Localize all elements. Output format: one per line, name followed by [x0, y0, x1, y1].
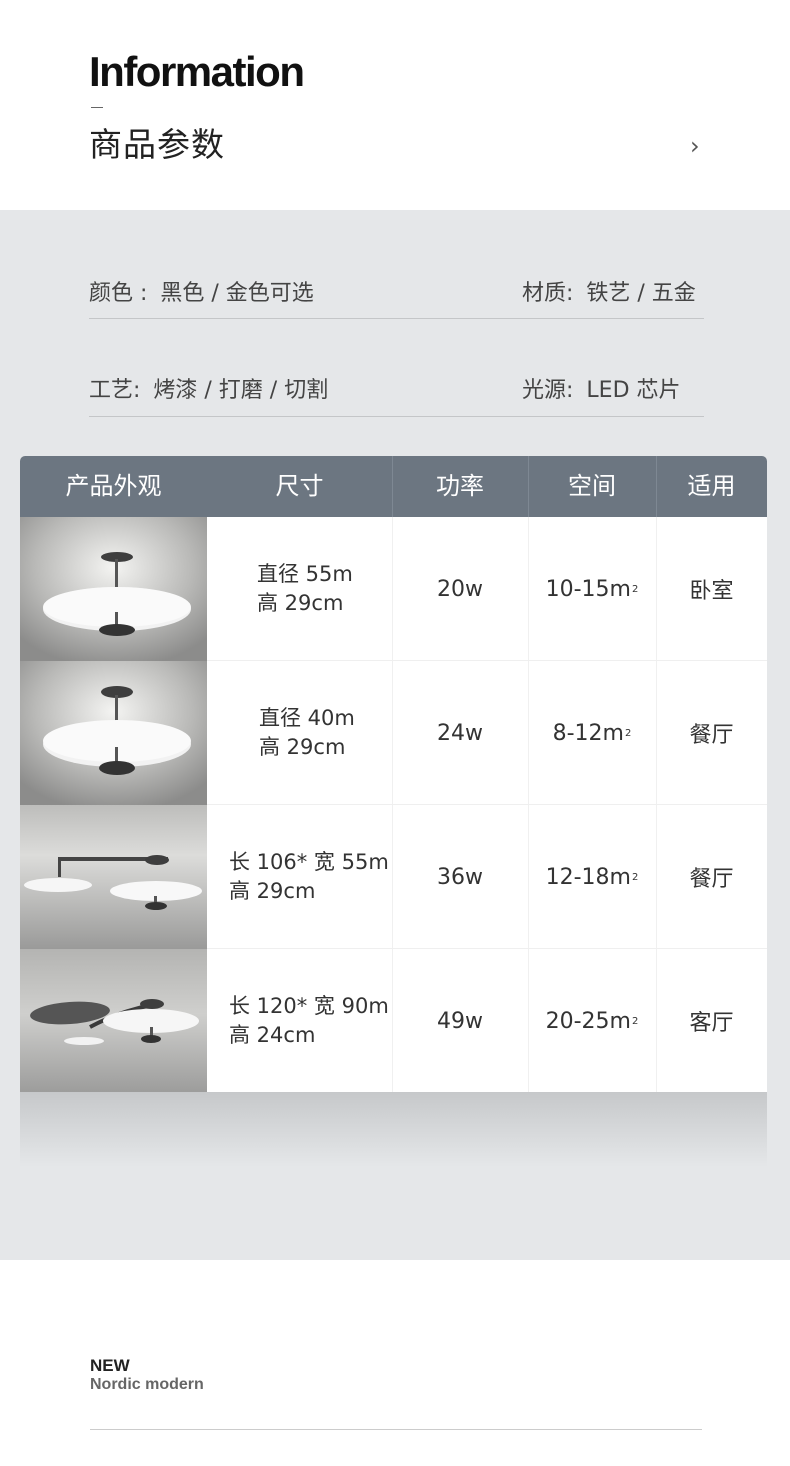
spec-label: 颜色 :: [89, 281, 155, 306]
space-unit-sup: 2: [631, 583, 639, 595]
header-room: 适用: [687, 472, 736, 500]
title-divider: [91, 107, 103, 108]
table-row: 长 106* 宽 55m 高 29cm 36w 12-18m 2 餐厅: [20, 805, 767, 949]
space-value: 20-25m: [545, 1008, 631, 1034]
header-size: 尺寸: [275, 472, 324, 500]
size-line: 直径 55m: [257, 562, 353, 586]
space-value: 8-12m: [552, 720, 624, 746]
footer-divider: [90, 1429, 702, 1430]
spec-label: 光源:: [522, 378, 581, 403]
space-cell: 12-18m 2: [528, 805, 656, 949]
space-unit-sup: 2: [625, 727, 632, 739]
spec-value: 黑色 / 金色可选: [160, 281, 314, 306]
table-row: 长 120* 宽 90m 高 24cm 49w 20-25m 2 客厅: [20, 949, 767, 1092]
product-table: 产品外观 尺寸 功率 空间 适用 直径 55m 高 29cm 20w 10-15…: [20, 456, 767, 1092]
title-english: Information: [89, 48, 305, 95]
room-cell: 卧室: [689, 579, 734, 604]
space-value: 12-18m: [545, 864, 631, 890]
space-value: 10-15m: [545, 576, 631, 602]
size-line: 高 29cm: [257, 591, 344, 615]
size-line: 高 29cm: [259, 735, 346, 759]
power-cell: 36w: [437, 864, 483, 890]
table-header: 产品外观 尺寸 功率 空间 适用: [20, 456, 767, 517]
header-space: 空间: [568, 472, 616, 500]
spec-value: 铁艺 / 五金: [586, 281, 696, 306]
size-cell: 直径 40m 高 29cm: [259, 661, 392, 805]
room-cell: 客厅: [689, 1011, 734, 1036]
size-line: 高 24cm: [229, 1023, 316, 1047]
power-cell: 24w: [437, 720, 483, 746]
spec-material: 材质: 铁艺 / 五金: [522, 275, 696, 307]
header-appearance: 产品外观: [65, 472, 162, 500]
divider: [89, 416, 704, 417]
space-unit-sup: 2: [631, 1015, 639, 1027]
power-cell: 20w: [437, 576, 483, 602]
space-cell: 10-15m 2: [528, 517, 656, 661]
size-line: 直径 40m: [259, 706, 355, 730]
spec-label: 工艺:: [89, 378, 148, 403]
room-cell: 餐厅: [689, 723, 734, 748]
brand-tagline: Nordic modern: [90, 1376, 204, 1393]
space-cell: 8-12m 2: [528, 661, 656, 805]
divider: [89, 318, 704, 319]
size-cell: 直径 55m 高 29cm: [257, 517, 392, 661]
size-cell: 长 106* 宽 55m 高 29cm: [229, 805, 392, 949]
table-row: 直径 40m 高 29cm 24w 8-12m 2 餐厅: [20, 661, 767, 805]
spec-value: 烤漆 / 打磨 / 切割: [153, 378, 329, 403]
space-unit-sup: 2: [631, 871, 639, 883]
room-cell: 餐厅: [689, 867, 734, 892]
spec-label: 材质:: [522, 281, 581, 306]
size-cell: 长 120* 宽 90m 高 24cm: [229, 949, 392, 1092]
power-cell: 49w: [437, 1008, 483, 1034]
spec-color: 颜色 : 黑色 / 金色可选: [89, 275, 314, 307]
spec-value: LED 芯片: [586, 378, 681, 403]
chevron-right-icon[interactable]: ›: [690, 132, 700, 160]
table-row: 直径 55m 高 29cm 20w 10-15m 2 卧室: [20, 517, 767, 661]
round-ceiling-lamp-image: [20, 661, 207, 805]
title-chinese: 商品参数: [89, 125, 225, 164]
triple-disc-lamp-image: [20, 949, 207, 1092]
spec-craft: 工艺: 烤漆 / 打磨 / 切割: [89, 372, 328, 404]
size-line: 长 106* 宽 55m: [229, 850, 389, 874]
table-shadow: [20, 1092, 767, 1167]
size-line: 长 120* 宽 90m: [229, 994, 389, 1018]
space-cell: 20-25m 2: [528, 949, 656, 1092]
header-section: Information 商品参数 ›: [0, 0, 790, 210]
round-ceiling-lamp-image: [20, 517, 207, 661]
double-disc-lamp-image: [20, 805, 207, 949]
header-power: 功率: [436, 472, 484, 500]
size-line: 高 29cm: [229, 879, 316, 903]
brand-new-label: NEW: [90, 1356, 130, 1375]
spec-light-source: 光源: LED 芯片: [522, 372, 681, 404]
